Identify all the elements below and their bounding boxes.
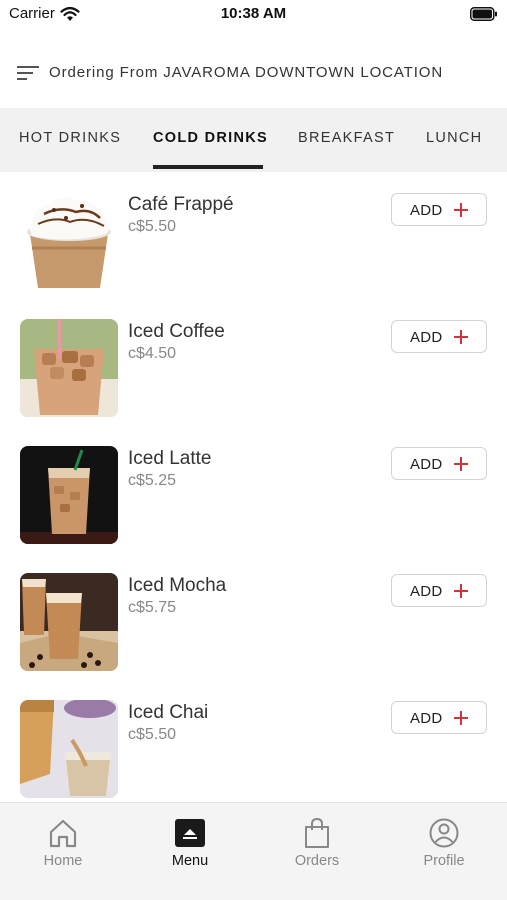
list-item[interactable]: Iced Chai c$5.50 ADD bbox=[0, 680, 507, 802]
status-bar: Carrier 10:38 AM bbox=[0, 0, 507, 30]
item-price: c$5.50 bbox=[128, 726, 177, 743]
iced-chai-image bbox=[20, 700, 118, 798]
list-item[interactable]: Café Frappé c$5.50 ADD bbox=[0, 172, 507, 299]
add-button-label: ADD bbox=[410, 456, 443, 473]
item-price: c$4.50 bbox=[128, 345, 177, 362]
menu-tray-icon bbox=[175, 819, 205, 847]
nav-profile-label: Profile bbox=[423, 853, 465, 869]
nav-home[interactable]: Home bbox=[0, 803, 126, 900]
home-icon bbox=[49, 819, 77, 848]
clock: 10:38 AM bbox=[220, 5, 287, 22]
item-name: Iced Mocha bbox=[128, 575, 227, 596]
tab-lunch[interactable]: LUNCH bbox=[426, 130, 482, 146]
nav-menu[interactable]: Menu bbox=[127, 803, 253, 900]
nav-home-label: Home bbox=[43, 853, 83, 869]
add-button[interactable]: ADD bbox=[391, 701, 487, 734]
item-name: Iced Coffee bbox=[128, 321, 225, 342]
add-button-label: ADD bbox=[410, 710, 443, 727]
profile-icon bbox=[429, 818, 459, 848]
add-button[interactable]: ADD bbox=[391, 320, 487, 353]
item-price: c$5.50 bbox=[128, 218, 177, 235]
nav-orders-label: Orders bbox=[294, 853, 340, 869]
location-text[interactable]: Ordering From JAVAROMA DOWNTOWN LOCATION bbox=[49, 64, 443, 81]
add-button-label: ADD bbox=[410, 329, 443, 346]
nav-menu-label: Menu bbox=[171, 853, 209, 869]
plus-icon bbox=[454, 203, 468, 217]
item-price: c$5.75 bbox=[128, 599, 177, 616]
menu-item-list[interactable]: Café Frappé c$5.50 ADD Iced Coffee c$4.5… bbox=[0, 172, 507, 802]
bottom-nav: Home Menu Orders Profile bbox=[0, 802, 507, 900]
shopping-bag-icon bbox=[305, 817, 329, 848]
item-name: Iced Latte bbox=[128, 448, 212, 469]
plus-icon bbox=[454, 330, 468, 344]
add-button[interactable]: ADD bbox=[391, 447, 487, 480]
category-tabs: HOT DRINKS COLD DRINKS BREAKFAST LUNCH bbox=[0, 108, 507, 172]
item-price: c$5.25 bbox=[128, 472, 177, 489]
item-name: Café Frappé bbox=[128, 194, 234, 215]
battery-icon bbox=[470, 7, 497, 21]
iced-coffee-image bbox=[20, 319, 118, 417]
tab-breakfast[interactable]: BREAKFAST bbox=[298, 130, 395, 146]
tab-cold-drinks[interactable]: COLD DRINKS bbox=[153, 130, 268, 146]
list-item[interactable]: Iced Mocha c$5.75 ADD bbox=[0, 553, 507, 680]
add-button-label: ADD bbox=[410, 583, 443, 600]
iced-mocha-image bbox=[20, 573, 118, 671]
plus-icon bbox=[454, 584, 468, 598]
add-button-label: ADD bbox=[410, 202, 443, 219]
add-button[interactable]: ADD bbox=[391, 574, 487, 607]
plus-icon bbox=[454, 711, 468, 725]
hamburger-menu-icon[interactable] bbox=[17, 64, 39, 82]
active-tab-indicator bbox=[153, 165, 263, 169]
location-header: Ordering From JAVAROMA DOWNTOWN LOCATION bbox=[0, 44, 507, 108]
cafe-frappe-image bbox=[20, 192, 118, 290]
tab-hot-drinks[interactable]: HOT DRINKS bbox=[19, 130, 121, 146]
item-name: Iced Chai bbox=[128, 702, 209, 723]
iced-latte-image bbox=[20, 446, 118, 544]
list-item[interactable]: Iced Coffee c$4.50 ADD bbox=[0, 299, 507, 426]
nav-orders[interactable]: Orders bbox=[254, 803, 380, 900]
add-button[interactable]: ADD bbox=[391, 193, 487, 226]
list-item[interactable]: Iced Latte c$5.25 ADD bbox=[0, 426, 507, 553]
plus-icon bbox=[454, 457, 468, 471]
nav-profile[interactable]: Profile bbox=[381, 803, 507, 900]
